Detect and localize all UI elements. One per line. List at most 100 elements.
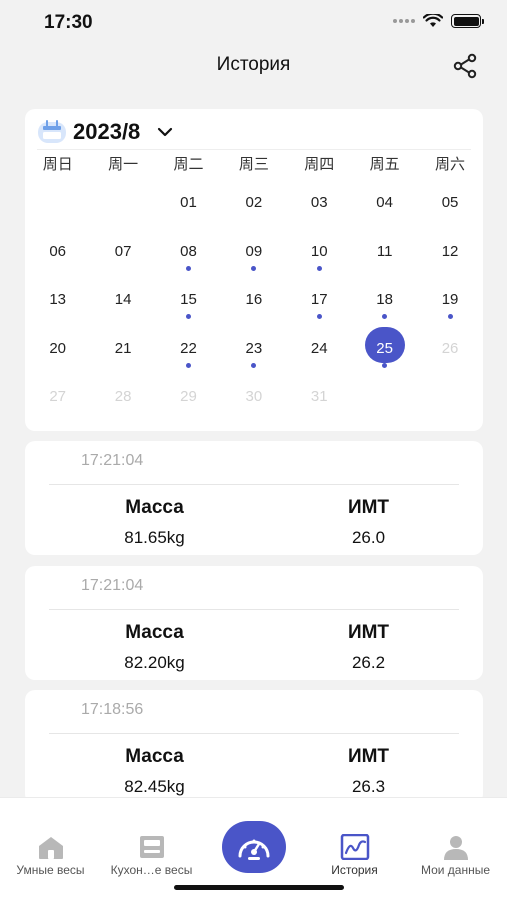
calendar-day[interactable]: 25 [352,326,417,382]
tab-history[interactable]: История [304,834,405,877]
measurement-record[interactable]: 17:21:04 Масса 82.20kg ИМТ 26.2 [25,565,483,680]
calendar-day[interactable]: 22 [156,333,221,382]
calendar-week: 13 14 15 16 17 18 19 [25,284,483,333]
mass-column: Масса 82.45kg [40,746,269,797]
weekday-header: 周日 周一 周二 周三 周四 周五 周六 [25,153,483,174]
divider [37,149,471,150]
mass-label: Масса [125,621,184,643]
calendar-day[interactable]: 14 [90,284,155,333]
tab-kitchen-scales[interactable]: Кухон…е весы [101,834,202,877]
chevron-down-icon[interactable] [156,123,174,141]
day-number: 04 [376,194,393,211]
mass-value: 82.20kg [124,652,185,672]
house-icon [38,837,63,859]
calendar-day[interactable]: 11 [352,236,417,285]
bmi-label: ИМТ [347,497,390,518]
divider [49,733,459,734]
calendar-day[interactable]: 03 [287,187,352,236]
day-number: 03 [310,194,328,211]
record-indicator-dot [185,362,191,368]
mass-column: Масса 82.20kg [40,622,269,673]
calendar-day[interactable]: 04 [352,187,417,236]
calendar-day[interactable]: 19 [417,284,482,333]
chart-icon [340,834,369,860]
calendar-icon [38,120,66,143]
mass-label: Масса [125,497,184,518]
month-label: 2023/8 [73,119,141,144]
day-number: 24 [310,339,328,357]
day-number: 28 [114,388,132,405]
measure-button[interactable] [222,821,286,873]
record-time: 17:18:56 [81,701,144,718]
day-number: 18 [376,291,393,308]
day-number: 14 [114,291,132,308]
calendar-day[interactable]: 16 [221,284,286,333]
bmi-value: 26.3 [351,777,386,796]
day-number: 16 [245,291,263,308]
divider [49,484,459,485]
day-number: 27 [49,388,67,405]
day-number: 08 [180,242,197,260]
empty-day [90,187,155,236]
weekday-label: 周一 [108,156,139,173]
weekday-label: 周五 [369,156,400,173]
calendar-day: 30 [221,381,286,430]
share-icon[interactable] [451,52,479,80]
calendar-day[interactable]: 12 [417,236,482,285]
weekday-label: 周三 [238,156,269,173]
empty-day [25,187,90,236]
weekday-label: 周六 [435,156,466,173]
status-time: 17:30 [44,12,93,33]
calendar-day[interactable]: 08 [156,236,221,285]
tab-smart-scales[interactable]: Умные весы [0,834,101,877]
bmi-value: 26.2 [351,652,386,672]
calendar-day[interactable]: 06 [25,236,90,285]
calendar-day[interactable]: 10 [287,236,352,285]
calendar-day[interactable]: 20 [25,333,90,382]
record-indicator-dot [185,314,191,319]
record-indicator-dot [316,314,322,319]
tab-label: Умные весы [16,863,85,877]
weekday-label: 周四 [304,156,335,173]
empty-day [417,381,482,430]
calendar-day[interactable]: 07 [90,236,155,285]
calendar-week: 27 28 29 30 31 [25,381,483,430]
tab-my-data[interactable]: Мои данные [405,834,506,877]
measurement-record[interactable]: 17:18:56 Масса 82.45kg ИМТ 26.3 [25,690,483,804]
month-selector[interactable]: 2023/8 [37,117,174,147]
calendar-day[interactable]: 05 [417,187,482,236]
day-number: 05 [441,194,459,211]
calendar-grid: 01 02 03 04 05 06 07 08 09 10 11 12 13 14 15 16 17 18 19 20… [25,187,483,430]
empty-day [352,381,417,430]
day-number: 26 [441,339,459,357]
calendar-day[interactable]: 18 [352,284,417,333]
day-number: 29 [180,388,197,405]
calendar-day[interactable]: 17 [287,284,352,333]
calendar-day[interactable]: 02 [221,187,286,236]
calendar-day[interactable]: 23 [221,333,286,382]
calendar-day[interactable]: 21 [90,333,155,382]
day-number: 25 [376,339,393,357]
signal-icon [393,19,415,23]
bmi-label: ИМТ [347,621,390,643]
home-indicator [174,885,344,890]
gauge-icon [238,839,270,860]
calendar-card: 2023/8 周日 周一 周二 周三 周四 周五 周六 01 02 03 04 05 06 07 08 09… [25,109,483,431]
calendar-day[interactable]: 01 [156,187,221,236]
bmi-value: 26.0 [351,528,386,547]
measurement-record[interactable]: 17:21:04 Масса 81.65kg ИМТ 26.0 [25,441,483,555]
mass-label: Масса [125,746,184,767]
nav-bar: История [0,44,507,88]
calendar-day[interactable]: 09 [221,236,286,285]
calendar-day[interactable]: 13 [25,284,90,333]
record-indicator-dot [251,265,257,271]
calendar-day[interactable]: 24 [287,333,352,382]
status-icons [393,14,484,28]
calendar-day[interactable]: 15 [156,284,221,333]
kitchen-scale-icon [139,836,164,858]
record-indicator-dot [185,265,191,271]
tab-label: История [331,863,378,877]
day-number: 07 [114,242,132,260]
calendar-day: 31 [287,381,352,430]
day-number: 02 [245,194,263,211]
